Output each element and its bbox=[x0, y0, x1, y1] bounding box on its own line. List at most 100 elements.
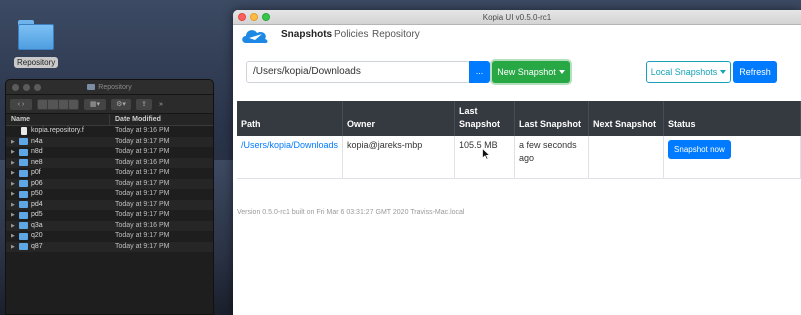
folder-icon bbox=[19, 190, 28, 198]
list-item[interactable]: ▶ q3a Today at 9:16 PM bbox=[6, 220, 213, 232]
more-chevron-icon[interactable]: » bbox=[157, 99, 165, 110]
column-header-next-snapshot[interactable]: Next Snapshot bbox=[588, 101, 665, 136]
local-snapshots-label: Local Snapshots bbox=[650, 67, 718, 77]
cell-last-snapshot: a few seconds ago bbox=[514, 136, 590, 179]
close-button[interactable] bbox=[238, 13, 246, 21]
list-item[interactable]: kopia.repository.f Today at 9:16 PM bbox=[6, 126, 213, 137]
list-item[interactable]: ▶ q87 Today at 9:17 PM bbox=[6, 241, 213, 253]
folder-icon bbox=[19, 222, 28, 230]
folder-icon bbox=[19, 243, 28, 251]
column-header-last-snapshot[interactable]: Last Snapshot bbox=[514, 101, 590, 136]
file-date: Today at 9:17 PM bbox=[115, 190, 170, 197]
refresh-button[interactable]: Refresh bbox=[733, 61, 777, 83]
tab-policies[interactable]: Policies bbox=[334, 29, 368, 40]
snapshot-path-input[interactable]: /Users/kopia/Downloads bbox=[246, 61, 470, 83]
tab-snapshots[interactable]: Snapshots bbox=[281, 29, 332, 40]
back-forward-buttons[interactable]: ‹ › bbox=[10, 98, 32, 110]
folder-icon bbox=[19, 159, 28, 167]
list-item[interactable]: ▶ p50 Today at 9:17 PM bbox=[6, 189, 213, 200]
browse-button[interactable]: ... bbox=[469, 61, 490, 83]
column-header-date[interactable]: Date Modified bbox=[110, 114, 213, 125]
cell-status: Snapshot now bbox=[663, 136, 801, 179]
finder-file-list: kopia.repository.f Today at 9:16 PM ▶ n4a To… bbox=[6, 126, 213, 252]
disclosure-triangle-icon[interactable]: ▶ bbox=[11, 158, 17, 169]
file-name: p06 bbox=[31, 179, 43, 187]
action-gear-icon[interactable]: ⚙▾ bbox=[111, 98, 131, 110]
disclosure-triangle-icon[interactable]: ▶ bbox=[11, 242, 17, 253]
zoom-button[interactable] bbox=[34, 84, 41, 91]
path-link[interactable]: /Users/kopia/Downloads bbox=[241, 140, 338, 150]
table-row: /Users/kopia/Downloads kopia@jareks-mbp … bbox=[237, 136, 801, 179]
file-name: q3a bbox=[31, 221, 43, 229]
list-item[interactable]: ▶ pd5 Today at 9:17 PM bbox=[6, 210, 213, 221]
cell-path: /Users/kopia/Downloads bbox=[237, 136, 344, 179]
disclosure-triangle-icon[interactable]: ▶ bbox=[11, 137, 17, 148]
column-header-status[interactable]: Status bbox=[663, 101, 801, 136]
zoom-button[interactable] bbox=[262, 13, 270, 21]
file-date: Today at 9:16 PM bbox=[115, 158, 170, 166]
file-name: n4a bbox=[31, 137, 43, 145]
kopia-titlebar: Kopia UI v0.5.0-rc1 bbox=[233, 10, 801, 25]
disclosure-triangle-icon[interactable]: ▶ bbox=[11, 168, 17, 179]
share-icon[interactable]: ⇪ bbox=[136, 98, 152, 110]
caret-down-icon bbox=[720, 70, 727, 74]
file-date: Today at 9:17 PM bbox=[115, 200, 170, 208]
kopia-logo-icon bbox=[242, 30, 268, 44]
list-item[interactable]: ▶ n8d Today at 9:17 PM bbox=[6, 147, 213, 158]
version-footer: Version 0.5.0-rc1 built on Fri Mar 6 03:… bbox=[237, 209, 465, 216]
file-name: n8d bbox=[31, 148, 43, 155]
file-name: pd4 bbox=[31, 200, 43, 208]
column-header-last-snapshot-size[interactable]: Last Snapshot bbox=[454, 101, 516, 136]
desktop-repository-folder[interactable]: Repository bbox=[14, 18, 59, 70]
list-item[interactable]: ▶ n4a Today at 9:17 PM bbox=[6, 136, 213, 148]
new-snapshot-button[interactable]: New Snapshot bbox=[492, 61, 570, 83]
disclosure-triangle-icon[interactable]: ▶ bbox=[11, 221, 17, 232]
file-icon bbox=[21, 127, 27, 136]
mouse-cursor-icon bbox=[482, 148, 490, 160]
window-title: Kopia UI v0.5.0-rc1 bbox=[482, 13, 552, 22]
minimize-button[interactable] bbox=[250, 13, 258, 21]
desktop-icon-label: Repository bbox=[14, 57, 59, 68]
file-name: ne8 bbox=[31, 158, 43, 166]
cell-owner: kopia@jareks-mbp bbox=[342, 136, 456, 179]
file-date: Today at 9:17 PM bbox=[115, 179, 170, 187]
folder-icon bbox=[16, 18, 56, 52]
local-snapshots-dropdown[interactable]: Local Snapshots bbox=[646, 61, 731, 83]
file-date: Today at 9:17 PM bbox=[115, 242, 170, 250]
disclosure-triangle-icon[interactable]: ▶ bbox=[11, 147, 17, 158]
list-item[interactable]: ▶ ne8 Today at 9:16 PM bbox=[6, 157, 213, 169]
tab-repository[interactable]: Repository bbox=[372, 29, 420, 40]
file-name: p50 bbox=[31, 190, 43, 197]
list-item[interactable]: ▶ pd4 Today at 9:17 PM bbox=[6, 199, 213, 211]
folder-icon bbox=[19, 232, 28, 240]
file-date: Today at 9:16 PM bbox=[115, 221, 170, 229]
folder-icon bbox=[19, 148, 28, 156]
finder-column-headers: Name Date Modified bbox=[6, 114, 213, 126]
disclosure-triangle-icon[interactable]: ▶ bbox=[11, 210, 17, 221]
disclosure-triangle-icon[interactable]: ▶ bbox=[11, 189, 17, 200]
folder-icon bbox=[19, 138, 28, 146]
caret-down-icon bbox=[558, 70, 565, 74]
close-button[interactable] bbox=[12, 84, 19, 91]
column-header-owner[interactable]: Owner bbox=[342, 101, 456, 136]
list-item[interactable]: ▶ p06 Today at 9:17 PM bbox=[6, 178, 213, 190]
list-item[interactable]: ▶ q20 Today at 9:17 PM bbox=[6, 231, 213, 242]
column-header-path[interactable]: Path bbox=[237, 101, 344, 136]
snapshot-now-button[interactable]: Snapshot now bbox=[668, 140, 731, 159]
disclosure-triangle-icon[interactable]: ▶ bbox=[11, 200, 17, 211]
file-name: q20 bbox=[31, 232, 43, 239]
view-mode-switcher[interactable] bbox=[37, 98, 79, 110]
finder-toolbar: ‹ › ▦▾ ⚙▾ ⇪ » bbox=[6, 95, 213, 114]
list-item[interactable]: ▶ p0f Today at 9:17 PM bbox=[6, 168, 213, 179]
file-date: Today at 9:17 PM bbox=[115, 169, 170, 176]
folder-icon bbox=[19, 169, 28, 177]
disclosure-triangle-icon[interactable]: ▶ bbox=[11, 179, 17, 190]
snapshots-table: Path Owner Last Snapshot Last Snapshot Ne… bbox=[237, 101, 801, 179]
file-name: pd5 bbox=[31, 211, 43, 218]
kopia-window: Kopia UI v0.5.0-rc1 Snapshots Policies R… bbox=[233, 10, 801, 315]
folder-icon bbox=[19, 211, 28, 219]
column-header-name[interactable]: Name bbox=[6, 114, 110, 125]
minimize-button[interactable] bbox=[23, 84, 30, 91]
arrange-button[interactable]: ▦▾ bbox=[84, 98, 106, 110]
disclosure-triangle-icon[interactable]: ▶ bbox=[11, 231, 17, 242]
